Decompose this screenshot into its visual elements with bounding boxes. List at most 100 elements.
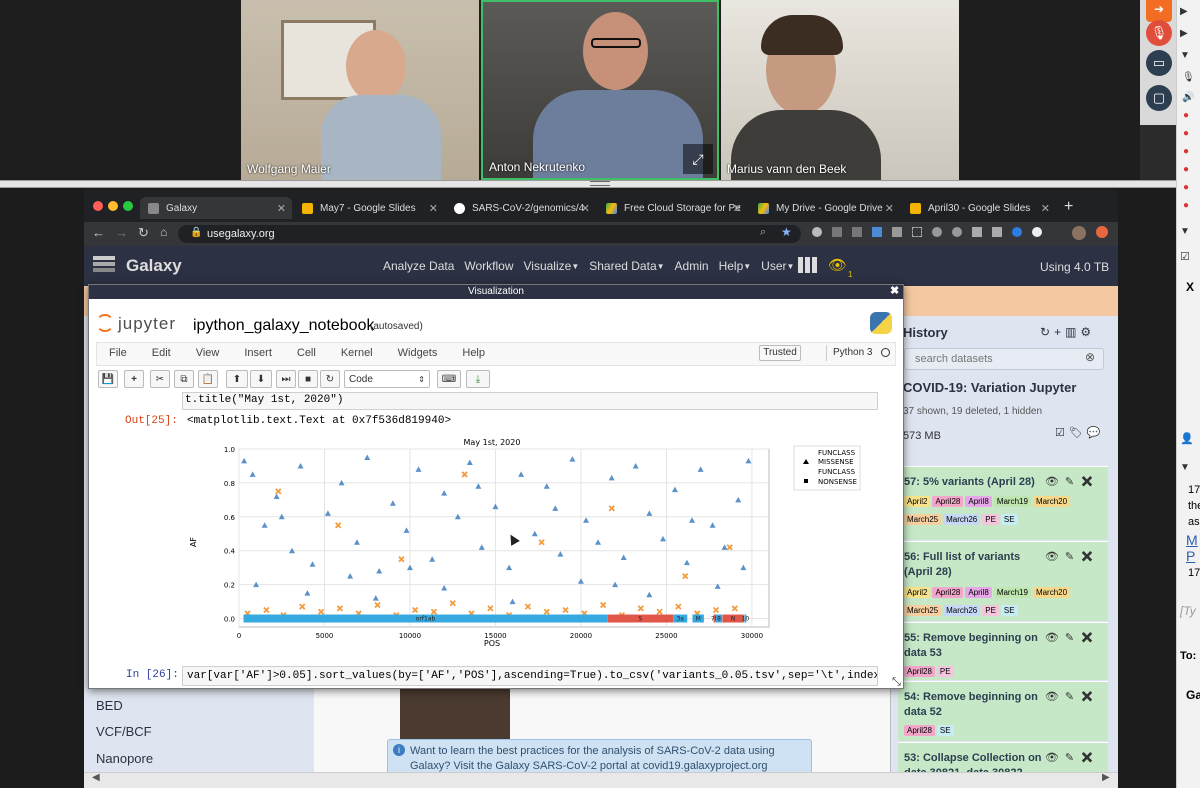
- eye-icon[interactable]: 👁: [1045, 632, 1065, 644]
- share-arrow-icon[interactable]: ➜: [1146, 0, 1172, 22]
- video-tile-2-active[interactable]: Anton Nekrutenko ⤢: [481, 0, 719, 180]
- split-divider[interactable]: [0, 180, 1176, 188]
- jupyter-logo-icon[interactable]: [96, 314, 114, 332]
- close-tab-icon[interactable]: ✕: [581, 202, 590, 215]
- eye-icon[interactable]: 👁: [828, 256, 847, 274]
- eye-icon[interactable]: 👁: [1045, 476, 1065, 488]
- close-tab-icon[interactable]: ✕: [277, 202, 286, 215]
- nav-visualize[interactable]: Visualize: [524, 259, 572, 273]
- close-tab-icon[interactable]: ✕: [1041, 202, 1050, 215]
- chevron-down-icon[interactable]: ▼: [1180, 50, 1190, 61]
- cut-icon[interactable]: ✂: [150, 370, 170, 388]
- history-name[interactable]: COVID-19: Variation Jupyter: [903, 380, 1076, 395]
- stop-icon[interactable]: ■: [298, 370, 318, 388]
- close-label[interactable]: X: [1186, 280, 1194, 294]
- chevron-down-icon[interactable]: ▼: [1180, 462, 1190, 473]
- tool-section-bed[interactable]: BED: [96, 698, 123, 713]
- menu-widgets[interactable]: Widgets: [398, 347, 438, 359]
- nav-analyze-data[interactable]: Analyze Data: [383, 259, 454, 273]
- extension-icon[interactable]: [892, 227, 902, 237]
- keyboard-icon[interactable]: ⌨: [437, 370, 461, 388]
- tab-my-drive[interactable]: My Drive - Google Drive ✕: [752, 197, 900, 219]
- nav-shared-data[interactable]: Shared Data: [589, 259, 656, 273]
- extension-icon[interactable]: [932, 227, 942, 237]
- reload-icon[interactable]: ↻: [138, 225, 149, 241]
- tool-section-nanopore[interactable]: Nanopore: [96, 751, 153, 766]
- cell-type-select[interactable]: Code ⇕: [344, 370, 430, 388]
- nav-admin[interactable]: Admin: [675, 259, 709, 273]
- modal-close-icon[interactable]: ✖: [890, 284, 899, 297]
- history-item-53[interactable]: 53: Collapse Collection on data 30821, d…: [898, 742, 1108, 772]
- delete-icon[interactable]: ✖: [1080, 691, 1100, 703]
- galaxy-logo-icon[interactable]: [93, 256, 115, 260]
- comment-icon[interactable]: 💬: [1087, 427, 1105, 439]
- video-tile-3[interactable]: Marius vann den Beek: [721, 0, 959, 180]
- screen-icon[interactable]: ▢: [1146, 85, 1172, 111]
- pencil-icon[interactable]: ✎: [1065, 752, 1080, 764]
- restart-icon[interactable]: ↻: [320, 370, 340, 388]
- paste-icon[interactable]: 📋: [198, 370, 218, 388]
- extension-icon[interactable]: [972, 227, 982, 237]
- chevron-right-icon[interactable]: ▶: [1180, 6, 1188, 17]
- scroll-right-icon[interactable]: ▶: [1102, 772, 1110, 783]
- minimize-window-icon[interactable]: [108, 201, 118, 211]
- menu-insert[interactable]: Insert: [244, 347, 272, 359]
- pencil-icon[interactable]: ✎: [1065, 551, 1080, 563]
- extension-icon[interactable]: [1096, 226, 1108, 238]
- extension-icon[interactable]: [812, 227, 822, 237]
- extension-icon[interactable]: [872, 227, 882, 237]
- checkbox-icon[interactable]: ☑: [1055, 427, 1069, 439]
- add-cell-icon[interactable]: +: [124, 370, 144, 388]
- extension-icon[interactable]: [852, 227, 862, 237]
- tab-april30[interactable]: April30 - Google Slides ✕: [904, 197, 1056, 219]
- bottom-scrollbar[interactable]: [84, 772, 1118, 788]
- chat-input-placeholder[interactable]: [Ty: [1180, 604, 1196, 618]
- scroll-left-icon[interactable]: ◀: [92, 772, 100, 783]
- close-tab-icon[interactable]: ✕: [733, 202, 742, 215]
- url-text[interactable]: usegalaxy.org: [207, 228, 275, 240]
- extension-icon[interactable]: [912, 227, 922, 237]
- move-up-icon[interactable]: ⬆: [226, 370, 248, 388]
- eye-icon[interactable]: 👁: [1045, 752, 1065, 764]
- profile-avatar[interactable]: [1072, 226, 1086, 240]
- delete-icon[interactable]: ✖: [1080, 632, 1100, 644]
- nav-help[interactable]: Help: [719, 259, 744, 273]
- drag-handle-icon[interactable]: [590, 181, 610, 186]
- delete-icon[interactable]: ✖: [1080, 551, 1100, 563]
- extension-icon[interactable]: [952, 227, 962, 237]
- brand-title[interactable]: Galaxy: [126, 256, 182, 276]
- video-tile-1[interactable]: Wolfgang Maier: [241, 0, 479, 180]
- forward-icon[interactable]: →: [115, 225, 128, 240]
- history-item-55[interactable]: 55: Remove beginning on data 53 👁✎✖ Apri…: [898, 622, 1108, 680]
- pencil-icon[interactable]: ✎: [1065, 632, 1080, 644]
- pencil-icon[interactable]: ✎: [1065, 691, 1080, 703]
- zoom-icon[interactable]: ⌕: [760, 226, 766, 239]
- expand-icon[interactable]: ⤢: [683, 144, 713, 174]
- menu-edit[interactable]: Edit: [152, 347, 171, 359]
- tab-galaxy[interactable]: Galaxy ✕: [140, 197, 292, 219]
- new-tab-icon[interactable]: +: [1064, 198, 1073, 216]
- menu-kernel[interactable]: Kernel: [341, 347, 373, 359]
- clear-search-icon[interactable]: ⊗: [1085, 350, 1095, 364]
- tab-github[interactable]: SARS-CoV-2/genomics/4 ✕: [448, 197, 596, 219]
- extension-icon[interactable]: [1032, 227, 1042, 237]
- chevron-down-icon[interactable]: ▼: [1180, 226, 1190, 237]
- nav-user[interactable]: User: [761, 259, 786, 273]
- checkbox[interactable]: ☑: [1180, 250, 1190, 263]
- close-tab-icon[interactable]: ✕: [885, 202, 894, 215]
- chat-link[interactable]: MP: [1186, 532, 1198, 564]
- mute-microphone-icon[interactable]: 🎙: [1146, 20, 1172, 46]
- extension-icon[interactable]: [992, 227, 1002, 237]
- jupyter-wordmark[interactable]: jupyter: [118, 314, 176, 334]
- home-icon[interactable]: ⌂: [160, 225, 167, 239]
- chevron-right-icon[interactable]: ▶: [1180, 28, 1188, 39]
- back-icon[interactable]: ←: [92, 225, 105, 240]
- notebook-name[interactable]: ipython_galaxy_notebook: [193, 317, 374, 335]
- tab-drive-storage[interactable]: Free Cloud Storage for Pe ✕: [600, 197, 748, 219]
- previous-code-cell[interactable]: t.title("May 1st, 2020"): [182, 392, 878, 410]
- tool-section-vcf[interactable]: VCF/BCF: [96, 724, 152, 739]
- save-icon[interactable]: 💾: [98, 370, 118, 388]
- delete-icon[interactable]: ✖: [1080, 476, 1100, 488]
- refresh-icon[interactable]: ↻: [1040, 325, 1054, 339]
- eye-icon[interactable]: 👁: [1045, 551, 1065, 563]
